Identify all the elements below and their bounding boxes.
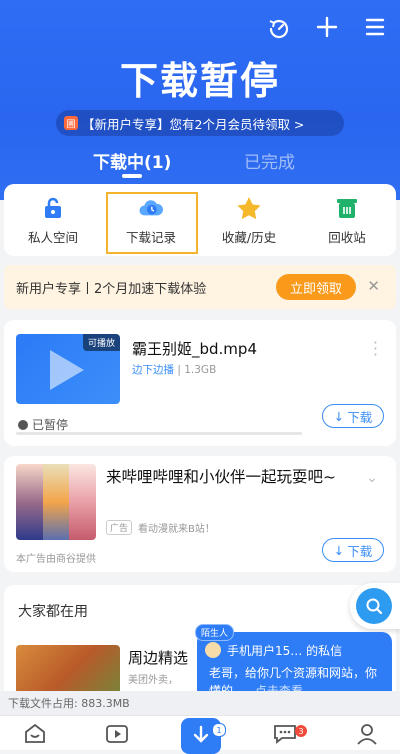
download-arrow-icon: ↓ [333,408,345,424]
download-icon [193,725,209,743]
ad-tag: 广告 [106,520,133,535]
ad-download-button[interactable]: ↓ 下载 [322,538,384,562]
claim-button[interactable]: 立即领取 [276,274,356,300]
member-promo-pill[interactable]: 圃 【新用户专享】您有2个月会员待领取 > [56,110,344,136]
download-tabs: 下载中(1) 已完成 [0,148,400,184]
download-task-card[interactable]: 可播放 霸王别姬_bd.mp4 边下边播 | 1.3GB · · · 已暂停 ↓ 下… [4,320,396,446]
download-status: 已暂停 [18,416,68,433]
pause-status-icon [18,419,28,430]
stream-mode-link[interactable]: 边下边播 [132,364,174,376]
popular-apps-title: 大家都在用 [18,604,88,620]
ad-thumbnail[interactable] [16,464,96,540]
search-icon [356,588,392,624]
quick-item-label: 回收站 [328,229,366,245]
speed-trial-text: 新用户专享丨2个月加速下载体验 [16,281,207,297]
stranger-tag: 陌生人 [195,624,235,641]
trash-icon [333,195,361,221]
file-name: 霸王别姬_bd.mp4 [132,340,257,358]
tab-downloading[interactable]: 下载中(1) [93,148,171,173]
lock-icon [39,195,67,221]
tab-indicator [122,174,142,178]
ad-meta: 广告 看动漫就来B站！ [106,520,215,535]
member-promo-text: 【新用户专享】您有2个月会员待领取 > [82,116,305,132]
storage-usage-text: 下载文件占用: 883.3MB [8,697,130,710]
menu-icon[interactable] [362,14,388,40]
resume-download-button[interactable]: ↓ 下载 [322,404,384,428]
cloud-clock-icon [137,195,165,221]
quick-item-label: 私人空间 [27,229,78,245]
ad-title: 来哔哩哔哩和小伙伴一起玩耍吧~ [106,468,336,486]
download-count-badge: 1 [212,723,226,737]
speed-icon[interactable] [266,14,292,40]
chevron-down-icon[interactable]: ⌄ [366,470,378,486]
page-title: 下载暂停 [119,59,280,103]
app-name[interactable]: 周边精选 [128,647,188,668]
ad-description: 看动漫就来B站！ [138,524,215,535]
download-button-label: 下载 [347,543,373,559]
quick-item-label: 下载记录 [125,229,176,245]
file-meta: 边下边播 | 1.3GB [132,364,217,376]
nav-home-icon[interactable] [20,720,50,746]
quick-item-favorites-history[interactable]: 收藏/历史 [200,184,298,256]
status-text: 已暂停 [32,418,69,432]
star-icon [235,195,263,221]
nav-video-icon[interactable] [102,720,132,746]
gift-icon: 圃 [64,116,78,130]
quick-item-label: 收藏/历史 [221,229,277,245]
app-subtitle: 美团外卖， [128,675,178,686]
quick-item-private-space[interactable]: 私人空间 [4,184,102,256]
floating-search-button[interactable] [350,583,400,629]
header: 下载暂停 圃 【新用户专享】您有2个月会员待领取 > 下载中(1) 已完成 [0,0,400,200]
top-toolbar [266,14,388,40]
playable-tag: 可播放 [82,334,120,351]
storage-usage-bar: 下载文件占用: 883.3MB [0,691,400,715]
plus-icon[interactable] [314,14,340,40]
file-size: 1.3GB [184,364,217,376]
ad-card[interactable]: 来哔哩哔哩和小伙伴一起玩耍吧~ ⌄ 广告 看动漫就来B站！ 本广告由商谷提供 ↓… [4,456,396,572]
message-header: 手机用户15… 的私信 [227,644,343,658]
download-button-label: 下载 [347,409,373,425]
more-options-icon[interactable]: · · · [373,335,378,363]
video-thumbnail[interactable]: 可播放 [16,334,120,404]
tab-completed[interactable]: 已完成 [244,148,295,173]
message-count-badge: 3 [295,725,307,737]
ad-source: 本广告由商谷提供 [16,554,96,565]
quick-access-card: 私人空间 下载记录 收藏/历史 回收站 [4,184,396,256]
quick-item-download-history[interactable]: 下载记录 [102,184,200,256]
play-icon [50,350,84,390]
download-arrow-icon: ↓ [333,542,345,558]
nav-profile-icon[interactable] [352,720,382,746]
quick-item-recycle-bin[interactable]: 回收站 [298,184,396,256]
avatar [205,642,221,658]
speed-trial-banner: 新用户专享丨2个月加速下载体验 立即领取 ✕ [4,265,396,309]
download-progress-bar [16,432,302,435]
close-icon[interactable]: ✕ [367,277,380,295]
